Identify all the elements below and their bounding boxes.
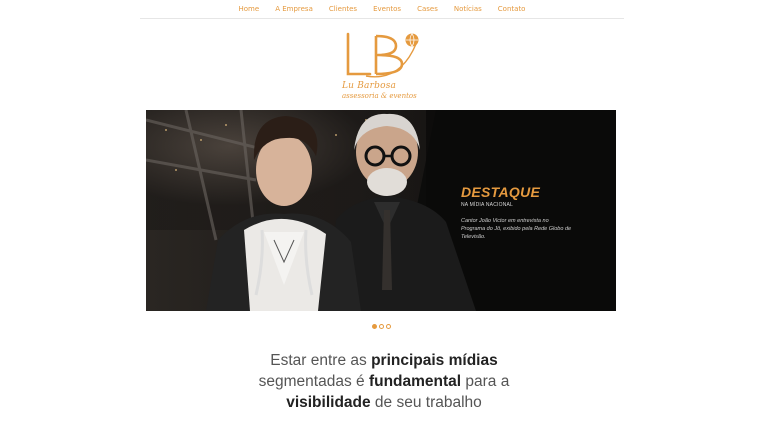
slider-dot-2[interactable]: [379, 324, 384, 329]
banner-text: Cantor João Victor em entrevista no Prog…: [461, 218, 572, 240]
banner-photo: [146, 110, 616, 311]
tagline-part-3: para a: [461, 373, 510, 390]
tagline-part-4: de seu trabalho: [370, 394, 482, 411]
top-nav: Home A Empresa Clientes Eventos Cases No…: [140, 0, 624, 19]
hero-banner[interactable]: DESTAQUE NA MÍDIA NACIONAL Cantor João V…: [146, 110, 616, 311]
slider-dot-3[interactable]: [386, 324, 391, 329]
nav-eventos[interactable]: Eventos: [365, 5, 409, 13]
nav-home[interactable]: Home: [231, 5, 268, 13]
logo-mark: [346, 32, 419, 78]
tagline-part-1: Estar entre as: [270, 352, 372, 369]
logo-name: Lu Barbosa: [342, 81, 397, 91]
banner-title: DESTAQUE: [461, 184, 541, 200]
nav-cases[interactable]: Cases: [409, 5, 446, 13]
tagline: Estar entre as principais mídias segment…: [184, 350, 584, 413]
nav-a-empresa[interactable]: A Empresa: [267, 5, 321, 13]
tagline-part-2: segmentadas é: [258, 373, 369, 390]
logo[interactable]: LB Lu Barbosa assessoria & eventos: [335, 30, 435, 102]
nav-clientes[interactable]: Clientes: [321, 5, 365, 13]
tagline-bold-3: visibilidade: [286, 394, 371, 411]
tagline-bold-1: principais mídias: [371, 352, 498, 369]
logo-subtitle: assessoria & eventos: [342, 92, 417, 100]
nav-contato[interactable]: Contato: [490, 5, 534, 13]
tagline-bold-2: fundamental: [368, 373, 462, 390]
nav-noticias[interactable]: Notícias: [446, 5, 490, 13]
slider-dots: [372, 324, 391, 329]
banner-subtitle: NA MÍDIA NACIONAL: [461, 202, 514, 208]
slider-dot-1[interactable]: [372, 324, 377, 329]
